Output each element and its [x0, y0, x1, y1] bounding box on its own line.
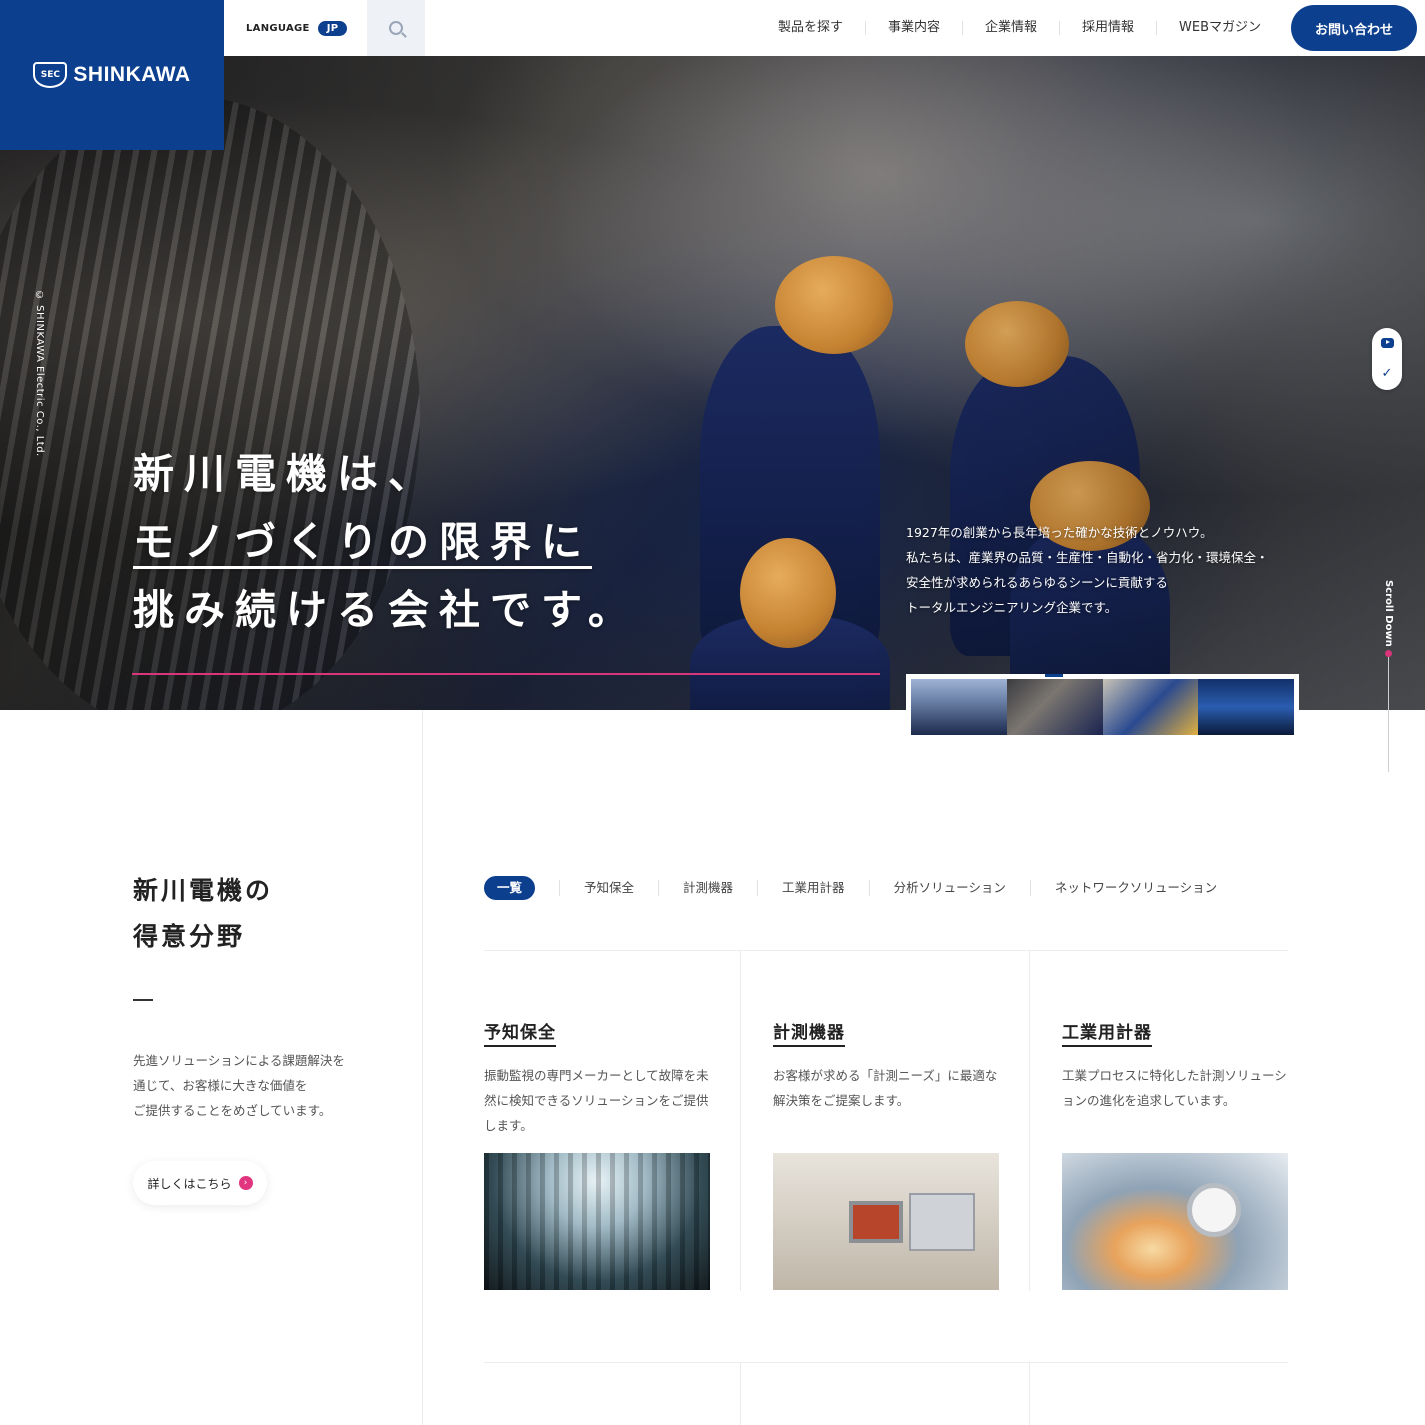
card-text: 振動監視の専門メーカーとして故障を未然に検知できるソリューションをご提供します。: [484, 1068, 709, 1133]
language-switcher[interactable]: LANGUAGE JP: [246, 20, 348, 36]
oscilloscope-panel: [909, 1193, 975, 1251]
card-measuring-instruments[interactable]: 計測機器 お客様が求める「計測ニーズ」に最適な解決策をご提案します。: [773, 1018, 999, 1290]
scroll-down-label[interactable]: Scroll Down: [1383, 580, 1394, 647]
card-predictive-maintenance[interactable]: 予知保全 振動監視の専門メーカーとして故障を未然に検知できるソリューションをご提…: [484, 1018, 710, 1290]
slider-thumb-1[interactable]: [911, 679, 1007, 735]
section-description: 先進ソリューションによる課題解決を 通じて、お客様に大きな価値を ご提供すること…: [133, 1048, 345, 1123]
grid-line: [484, 950, 1288, 951]
card-title: 予知保全: [484, 1018, 556, 1047]
card-industrial-instruments[interactable]: 工業用計器 工業プロセスに特化した計測ソリューションの進化を追求しています。: [1062, 1018, 1288, 1290]
card-image: [773, 1153, 999, 1290]
grid-column-divider: [1029, 1363, 1030, 1425]
tab-network-solutions[interactable]: ネットワークソリューション: [1031, 880, 1241, 896]
nav-item-company[interactable]: 企業情報: [963, 21, 1060, 35]
grid-column-divider: [740, 951, 741, 1291]
category-tabs: 一覧 予知保全 計測機器 工業用計器 分析ソリューション ネットワークソリューシ…: [484, 876, 1241, 900]
tab-all[interactable]: 一覧: [484, 876, 536, 900]
grid-column-divider: [740, 1363, 741, 1425]
card-title: 工業用計器: [1062, 1018, 1152, 1047]
grid-line: [484, 1362, 1288, 1363]
section-title: 新川電機の 得意分野: [133, 868, 273, 960]
logo[interactable]: SEC SHINKAWA: [0, 0, 224, 150]
slider-thumb-4[interactable]: [1198, 679, 1294, 735]
card-text: 工業プロセスに特化した計測ソリューションの進化を追求しています。: [1062, 1068, 1287, 1108]
logo-text: SHINKAWA: [73, 63, 191, 86]
slider-progress-indicator: [1045, 674, 1063, 677]
card-image: [1062, 1153, 1288, 1290]
hero-desc-line: 1927年の創業から長年培った確かな技術とノウハウ。: [906, 525, 1213, 540]
section-title-line-1: 新川電機の: [133, 876, 274, 905]
search-icon: [389, 21, 404, 35]
hero-headline: 新川電機は、 モノづくりの限界に 挑み続ける会社です。: [133, 440, 639, 644]
hero-desc-line: 私たちは、産業界の品質・生産性・自動化・省力化・環境保全・: [906, 550, 1269, 565]
slider-thumbnails: [906, 674, 1299, 740]
language-current[interactable]: JP: [317, 20, 348, 36]
section-text-line: ご提供することをめざしています。: [133, 1103, 332, 1118]
social-links: ✓: [1372, 328, 1402, 390]
hero-description: 1927年の創業から長年培った確かな技術とノウハウ。 私たちは、産業界の品質・生…: [906, 520, 1269, 620]
top-navigation-bar: LANGUAGE JP 製品を探す 事業内容 企業情報 採用情報 WEBマガジン…: [224, 0, 1425, 56]
section-title-line-2: 得意分野: [133, 922, 246, 951]
oscilloscope-screen: [849, 1201, 903, 1243]
tab-analysis-solutions[interactable]: 分析ソリューション: [870, 880, 1031, 896]
main-nav: 製品を探す 事業内容 企業情報 採用情報 WEBマガジン: [756, 21, 1283, 35]
section-text-line: 通じて、お客様に大きな価値を: [133, 1078, 308, 1093]
twitter-icon[interactable]: ✓: [1382, 367, 1393, 380]
copyright-text: © SHINKAWA Electric Co., Ltd.: [34, 290, 45, 457]
tab-measuring-instruments[interactable]: 計測機器: [659, 880, 759, 896]
slider-thumb-3[interactable]: [1102, 679, 1199, 735]
headline-line-2: モノづくりの限界に: [133, 518, 592, 566]
hero-desc-line: トータルエンジニアリング企業です。: [906, 600, 1118, 615]
scroll-indicator-dot: [1385, 650, 1392, 657]
logo-emblem-icon: SEC: [33, 62, 68, 88]
nav-item-recruit[interactable]: 採用情報: [1060, 21, 1157, 35]
slider-thumb-2[interactable]: [1006, 679, 1103, 735]
nav-item-business[interactable]: 事業内容: [866, 21, 963, 35]
language-label: LANGUAGE: [246, 22, 310, 34]
headline-line-3: 挑み続ける会社です。: [133, 586, 639, 634]
nav-item-web-magazine[interactable]: WEBマガジン: [1157, 21, 1283, 35]
tab-industrial-instruments[interactable]: 工業用計器: [758, 880, 870, 896]
card-image: [484, 1153, 710, 1290]
headline-line-1: 新川電機は、: [133, 450, 439, 498]
more-details-button[interactable]: 詳しくはこちら ›: [133, 1161, 267, 1205]
arrow-right-icon: ›: [238, 1176, 253, 1190]
hero-accent-line: [132, 673, 880, 675]
scroll-indicator-line: [1388, 657, 1389, 772]
section-divider: [422, 710, 423, 1425]
search-button[interactable]: [367, 0, 426, 56]
nav-item-products[interactable]: 製品を探す: [756, 21, 866, 35]
card-title: 計測機器: [773, 1018, 845, 1047]
hero-desc-line: 安全性が求められるあらゆるシーンに貢献する: [906, 575, 1168, 590]
pressure-gauge-icon: [1187, 1183, 1241, 1237]
section-text-line: 先進ソリューションによる課題解決を: [133, 1053, 345, 1068]
section-dash: [133, 999, 153, 1001]
more-details-label: 詳しくはこちら: [147, 1176, 232, 1191]
tab-predictive-maintenance[interactable]: 予知保全: [559, 880, 660, 896]
grid-column-divider: [1029, 951, 1030, 1291]
youtube-icon[interactable]: [1380, 337, 1394, 348]
contact-button[interactable]: お問い合わせ: [1291, 5, 1417, 51]
card-text: お客様が求める「計測ニーズ」に最適な解決策をご提案します。: [773, 1068, 998, 1108]
